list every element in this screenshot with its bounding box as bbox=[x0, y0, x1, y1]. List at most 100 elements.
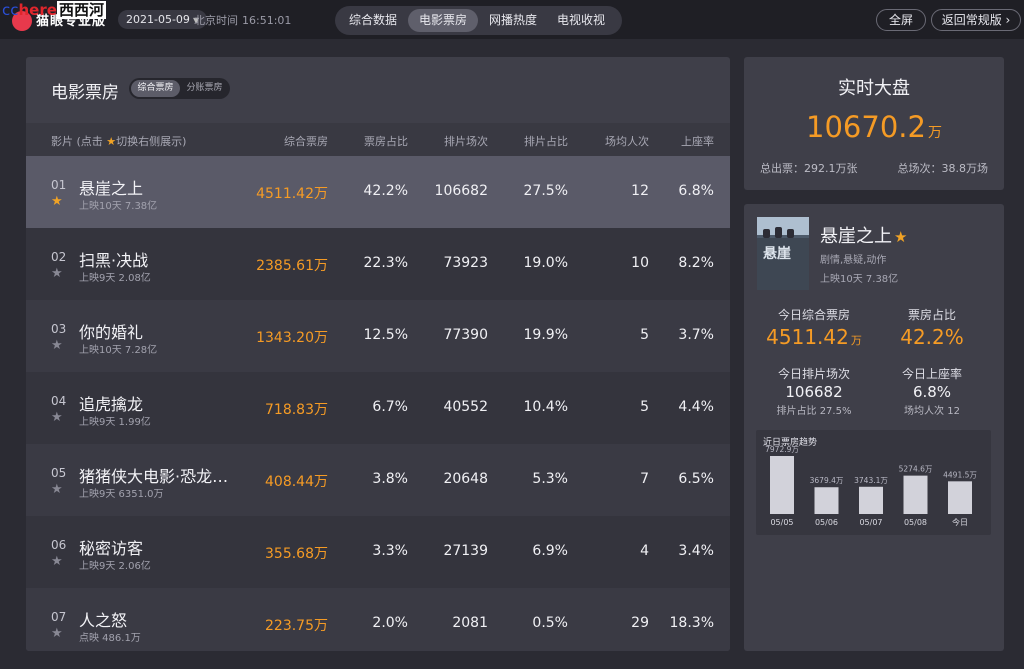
row-rank: 07 bbox=[51, 610, 67, 624]
row-rank: 01 bbox=[51, 178, 67, 192]
main-nav: 综合数据 电影票房 网播热度 电视收视 bbox=[335, 6, 622, 35]
col-gross: 综合票房 bbox=[284, 135, 328, 148]
beijing-clock: 北京时间 16:51:01 bbox=[194, 12, 291, 28]
table-row[interactable]: 02 ★ 扫黑·决战 上映9天 2.08亿 2385.61万 22.3% 73923 19.0… bbox=[26, 228, 730, 300]
row-film-sub: 点映 486.1万 bbox=[79, 633, 141, 644]
row-gross-share: 2.0% bbox=[372, 615, 408, 631]
row-rank: 04 bbox=[51, 394, 67, 408]
row-gross-share: 42.2% bbox=[363, 183, 408, 199]
trend-bar bbox=[814, 487, 839, 514]
row-screenings: 27139 bbox=[443, 543, 488, 559]
row-gross-share: 3.3% bbox=[372, 543, 408, 559]
trend-value-label: 3679.4万 bbox=[810, 476, 844, 485]
detail-movie-name: 悬崖之上 ★ bbox=[820, 226, 908, 247]
row-film-name: 悬崖之上 bbox=[79, 179, 144, 198]
row-gross: 4511.42万 bbox=[256, 186, 328, 202]
row-gross-share: 22.3% bbox=[363, 255, 408, 271]
row-screening-share: 27.5% bbox=[523, 183, 568, 199]
table-row[interactable]: 06 ★ 秘密访客 上映9天 2.06亿 355.68万 3.3% 27139 6.9% 4 3.… bbox=[26, 516, 730, 588]
stat-today-occupancy: 今日上座率 6.8% 场均人次 12 bbox=[901, 367, 962, 417]
favorite-star-icon[interactable]: ★ bbox=[51, 266, 63, 281]
trend-bar bbox=[770, 456, 794, 514]
detail-release: 上映10天 7.38亿 bbox=[820, 274, 899, 285]
row-gross-share: 12.5% bbox=[363, 327, 408, 343]
segment-split[interactable]: 分账票房 bbox=[181, 80, 228, 97]
row-occupancy: 6.8% bbox=[678, 183, 714, 199]
detail-genre: 剧情,悬疑,动作 bbox=[820, 255, 887, 266]
row-avg-per-show: 12 bbox=[631, 183, 649, 199]
trend-chart: 近日票房趋势 7972.9万 05/05 3679.4万 05/06 3743.1万 05… bbox=[756, 430, 991, 535]
col-occupancy: 上座率 bbox=[681, 135, 714, 148]
row-film-sub: 上映9天 2.06亿 bbox=[79, 561, 151, 572]
star-icon: ★ bbox=[106, 135, 117, 148]
favorite-star-icon[interactable]: ★ bbox=[51, 554, 63, 569]
table-row[interactable]: 07 ★ 人之怒 点映 486.1万 223.75万 2.0% 2081 0.5% 29 18.3… bbox=[26, 588, 730, 651]
tab-web-heat[interactable]: 网播热度 bbox=[480, 9, 546, 32]
realtime-title: 实时大盘 bbox=[838, 78, 910, 99]
row-avg-per-show: 10 bbox=[631, 255, 649, 271]
row-screening-share: 10.4% bbox=[523, 399, 568, 415]
row-screenings: 40552 bbox=[443, 399, 488, 415]
top-bar: 猫眼专业版 2021-05-09 ▼ 北京时间 16:51:01 综合数据 电影票房… bbox=[0, 0, 1024, 39]
row-occupancy: 3.4% bbox=[678, 543, 714, 559]
row-film-sub: 上映9天 2.08亿 bbox=[79, 273, 151, 284]
row-film-sub: 上映9天 1.99亿 bbox=[79, 417, 151, 428]
row-occupancy: 3.7% bbox=[678, 327, 714, 343]
col-gross-share: 票房占比 bbox=[364, 135, 408, 148]
realtime-total-value: 10670.2 bbox=[806, 110, 926, 144]
trend-category-label: 05/08 bbox=[904, 518, 927, 527]
row-screening-share: 6.9% bbox=[532, 543, 568, 559]
col-screenings: 排片场次 bbox=[444, 135, 488, 148]
realtime-total-unit: 万 bbox=[927, 125, 942, 141]
tab-overview[interactable]: 综合数据 bbox=[340, 9, 406, 32]
movie-poster: 悬崖 bbox=[757, 217, 809, 290]
boxoffice-panel: 电影票房 综合票房 分账票房 影片 (点击 ★切换右侧展示) 综合票房 票房占比… bbox=[26, 57, 730, 651]
movie-detail-card: 悬崖 悬崖之上 ★ 剧情,悬疑,动作 上映10天 7.38亿 今日综合票房 451… bbox=[744, 204, 1004, 651]
row-film-name: 猪猪侠大电影·恐龙… bbox=[79, 467, 229, 486]
table-row[interactable]: 04 ★ 追虎擒龙 上映9天 1.99亿 718.83万 6.7% 40552 10.4% 5 4… bbox=[26, 372, 730, 444]
total-shows: 总场次：38.8万场 bbox=[897, 162, 989, 175]
row-screenings: 2081 bbox=[452, 615, 488, 631]
row-rank: 02 bbox=[51, 250, 67, 264]
row-gross: 1343.20万 bbox=[256, 330, 328, 346]
row-rank: 06 bbox=[51, 538, 67, 552]
row-screening-share: 19.0% bbox=[523, 255, 568, 271]
row-screenings: 106682 bbox=[434, 183, 488, 199]
back-to-normal-button[interactable]: 返回常规版 › bbox=[931, 9, 1021, 31]
row-rank: 03 bbox=[51, 322, 67, 336]
row-gross: 408.44万 bbox=[265, 474, 328, 490]
row-gross: 223.75万 bbox=[265, 618, 328, 634]
row-film-name: 追虎擒龙 bbox=[79, 395, 144, 414]
tab-movie-boxoffice[interactable]: 电影票房 bbox=[408, 9, 478, 32]
row-screening-share: 5.3% bbox=[532, 471, 568, 487]
trend-bar bbox=[948, 481, 972, 514]
row-film-name: 扫黑·决战 bbox=[79, 251, 149, 270]
favorite-star-icon[interactable]: ★ bbox=[51, 410, 63, 425]
row-occupancy: 18.3% bbox=[669, 615, 714, 631]
panel-title: 电影票房 bbox=[51, 83, 119, 103]
trend-category-label: 05/07 bbox=[859, 518, 882, 527]
row-film-name: 你的婚礼 bbox=[79, 323, 144, 342]
segment-composite[interactable]: 综合票房 bbox=[131, 80, 180, 97]
row-gross-share: 6.7% bbox=[372, 399, 408, 415]
favorite-star-icon[interactable]: ★ bbox=[51, 626, 63, 641]
row-film-sub: 上映10天 7.38亿 bbox=[79, 201, 158, 212]
row-avg-per-show: 7 bbox=[640, 471, 649, 487]
trend-value-label: 5274.6万 bbox=[899, 465, 933, 474]
fullscreen-button[interactable]: 全屏 bbox=[876, 9, 926, 31]
trend-category-label: 05/05 bbox=[770, 518, 793, 527]
row-gross: 2385.61万 bbox=[256, 258, 328, 274]
row-avg-per-show: 5 bbox=[640, 399, 649, 415]
row-occupancy: 4.4% bbox=[678, 399, 714, 415]
trend-category-label: 05/06 bbox=[815, 518, 838, 527]
table-row[interactable]: 03 ★ 你的婚礼 上映10天 7.28亿 1343.20万 12.5% 77390 19.9… bbox=[26, 300, 730, 372]
favorite-star-icon[interactable]: ★ bbox=[51, 482, 63, 497]
favorite-star-icon[interactable]: ★ bbox=[51, 338, 63, 353]
favorite-star-icon[interactable]: ★ bbox=[51, 194, 63, 209]
table-row[interactable]: 01 ★ 悬崖之上上映10天 7.38亿 4511.42万 42.2% 106682 27.… bbox=[26, 156, 730, 228]
trend-bar bbox=[859, 486, 883, 514]
table-row[interactable]: 05 ★ 猪猪侠大电影·恐龙… 上映9天 6351.0万 408.44万 3.8% 2064… bbox=[26, 444, 730, 516]
star-icon: ★ bbox=[894, 228, 908, 246]
tab-tv-ratings[interactable]: 电视收视 bbox=[548, 9, 614, 32]
row-film-sub: 上映10天 7.28亿 bbox=[79, 345, 158, 356]
